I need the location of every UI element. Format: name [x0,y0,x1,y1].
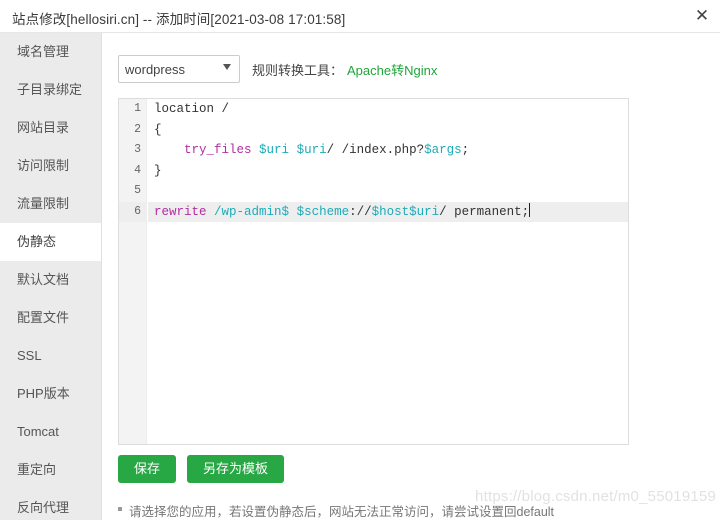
sidebar-item-label: 流量限制 [17,196,70,211]
sidebar-item-label: 域名管理 [17,44,70,59]
code-line-text[interactable]: try_files $uri $uri/ /index.php?$args; [148,140,628,161]
code-token: $host [371,204,410,219]
code-line[interactable]: 3 try_files $uri $uri/ /index.php?$args; [134,140,628,161]
app-select[interactable]: wordpress [118,55,240,83]
code-line-text[interactable]: location / [148,99,628,120]
sidebar-item-8[interactable]: SSL [0,337,101,375]
sidebar-item-label: 重定向 [17,462,57,477]
code-line-text[interactable]: { [148,120,628,141]
code-token: rewrite [154,204,207,219]
code-token: $uri [409,204,440,219]
bullet-icon [118,507,122,511]
code-token: $args [424,143,462,157]
footer-note-text: 请选择您的应用，若设置伪静态后，网站无法正常访问，请尝试设置回default [129,505,555,519]
sidebar-item-label: Tomcat [17,424,59,439]
action-buttons: 保存 另存为模板 [118,455,285,484]
toolbar: wordpress 规则转换工具： Apache转Nginx [118,55,437,83]
sidebar-item-label: 网站目录 [17,120,70,135]
sidebar-item-0[interactable]: 域名管理 [0,33,101,71]
sidebar-item-1[interactable]: 子目录绑定 [0,71,101,109]
code-token: { [154,122,162,137]
rewrite-rules-editor[interactable]: 1 location /2{3 try_files $uri $uri/ /ind… [118,98,629,445]
code-line[interactable]: 4} [134,161,628,182]
code-line[interactable]: 1 location / [134,99,628,120]
code-line[interactable]: 2{ [134,120,628,141]
sidebar-item-3[interactable]: 访问限制 [0,147,101,185]
sidebar-item-label: SSL [17,348,42,363]
footer-note: 请选择您的应用，若设置伪静态后，网站无法正常访问，请尝试设置回default [118,501,554,520]
sidebar-item-label: 反向代理 [17,500,70,515]
code-line-text[interactable]: } [148,161,628,182]
line-number: 2 [134,122,141,136]
page-title: 站点修改[hellosiri.cn] -- 添加时间[2021-03-08 17… [12,12,346,27]
line-number: 3 [134,143,141,156]
app-select-wrapper: wordpress [118,55,240,83]
sidebar-item-11[interactable]: 重定向 [0,451,101,489]
sidebar-item-4[interactable]: 流量限制 [0,185,101,223]
converter-label: 规则转换工具： [252,62,344,78]
sidebar-item-label: 默认文档 [17,272,70,287]
sidebar-item-label: 访问限制 [17,158,70,173]
sidebar-item-12[interactable]: 反向代理 [0,489,101,527]
code-token: $scheme [296,204,350,219]
sidebar-item-2[interactable]: 网站目录 [0,109,101,147]
sidebar-item-label: 伪静态 [17,234,57,249]
content-panel: wordpress 规则转换工具： Apache转Nginx 1 location… [103,33,720,520]
sidebar-item-7[interactable]: 配置文件 [0,299,101,337]
dialog-body: 域名管理子目录绑定网站目录访问限制流量限制伪静态默认文档配置文件 SSL PHP版本… [0,33,720,520]
sidebar-item-6[interactable]: 默认文档 [0,261,101,299]
sidebar-item-label: PHP版本 [17,386,70,401]
sidebar-item-label: 配置文件 [17,310,70,325]
code-token: / permanent; [439,204,530,219]
code-token: $uri [296,143,327,157]
line-number: 1 [134,102,141,115]
line-number: 4 [134,163,141,177]
code-area[interactable]: 1 location /2{3 try_files $uri $uri/ /ind… [119,99,628,444]
code-line-text[interactable]: rewrite /wp-admin$ $scheme://$host$uri/ … [148,201,628,222]
code-line[interactable]: 6 rewrite /wp-admin$ $scheme://$host$uri/… [119,201,628,222]
line-number: 6 [119,201,147,222]
code-token: / /index.php? [326,143,425,157]
text-cursor [529,202,531,217]
code-token: ; [461,143,470,157]
code-token: :// [349,204,372,219]
dialog-title-bar: 站点修改[hellosiri.cn] -- 添加时间[2021-03-08 17… [0,0,720,33]
sidebar-item-5[interactable]: 伪静态 [0,223,101,261]
sidebar-item-10[interactable]: Tomcat [0,413,101,451]
code-token: location / [154,102,230,116]
save-as-template-button[interactable]: 另存为模板 [187,455,285,484]
close-icon[interactable]: ✕ [690,4,714,28]
code-token: try_files [184,143,252,157]
sidebar-item-9[interactable]: PHP版本 [0,375,101,413]
code-token: /wp-admin$ [214,204,290,219]
code-token: } [154,163,162,178]
code-token: $uri [259,143,290,157]
save-button[interactable]: 保存 [118,455,177,484]
apache-to-nginx-link[interactable]: Apache转Nginx [347,60,437,79]
code-line[interactable]: 5 [134,181,628,202]
code-line-text[interactable] [148,181,628,202]
sidebar-item-label: 子目录绑定 [17,82,83,97]
sidebar: 域名管理子目录绑定网站目录访问限制流量限制伪静态默认文档配置文件 SSL PHP版本… [0,33,102,520]
line-number: 5 [134,184,141,197]
